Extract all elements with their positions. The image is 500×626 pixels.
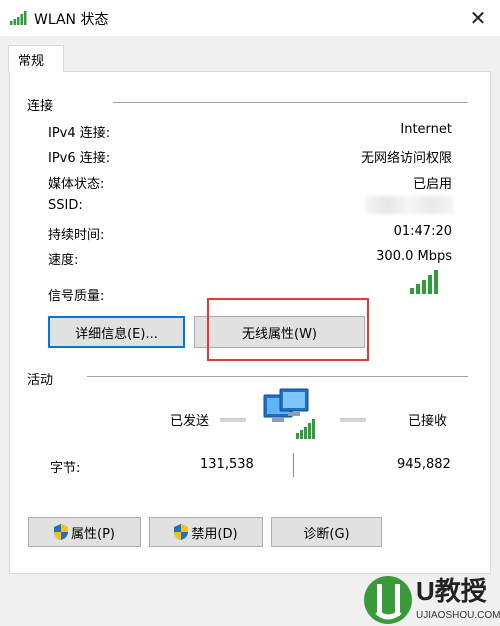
disable-button-label: 禁用(D) bbox=[191, 526, 238, 542]
speed-value: 300.0 Mbps bbox=[376, 249, 452, 264]
properties-button-label: 属性(P) bbox=[71, 526, 115, 542]
ssid-label: SSID: bbox=[48, 198, 83, 213]
signal-strength-icon bbox=[410, 270, 438, 294]
received-activity-line bbox=[340, 418, 366, 422]
sent-label: 已发送 bbox=[170, 414, 210, 429]
bytes-received-value: 945,882 bbox=[397, 457, 451, 472]
details-button[interactable]: 详细信息(E)... bbox=[48, 316, 185, 348]
disable-button[interactable]: 禁用(D) bbox=[149, 517, 263, 547]
duration-label: 持续时间: bbox=[48, 228, 105, 243]
ipv6-label: IPv6 连接: bbox=[48, 151, 111, 166]
ujiaoshou-watermark-logo: U教授 UJIAOSHOU.COM bbox=[364, 576, 500, 624]
annotation-highlight-box bbox=[207, 298, 369, 361]
received-label: 已接收 bbox=[408, 414, 448, 429]
ipv4-value: Internet bbox=[400, 122, 452, 137]
uac-shield-icon bbox=[54, 524, 68, 540]
svg-text:U教授: U教授 bbox=[416, 576, 488, 606]
bytes-divider bbox=[293, 453, 294, 477]
properties-button[interactable]: 属性(P) bbox=[28, 517, 141, 547]
media-state-value: 已启用 bbox=[412, 177, 452, 192]
close-icon: ✕ bbox=[469, 6, 487, 30]
activity-divider bbox=[87, 376, 468, 377]
title-bar: WLAN 状态 ✕ bbox=[0, 0, 500, 36]
speed-label: 速度: bbox=[48, 253, 79, 268]
connection-section-title: 连接 bbox=[27, 99, 54, 114]
ipv6-value: 无网络访问权限 bbox=[360, 151, 452, 166]
bytes-sent-value: 131,538 bbox=[200, 457, 254, 472]
window-title: WLAN 状态 bbox=[34, 12, 109, 28]
connection-divider bbox=[113, 102, 468, 103]
close-button[interactable]: ✕ bbox=[462, 4, 494, 32]
tab-general[interactable]: 常规 bbox=[8, 45, 64, 72]
media-state-label: 媒体状态: bbox=[48, 177, 105, 192]
wifi-signal-icon bbox=[10, 11, 27, 25]
tab-general-label: 常规 bbox=[18, 54, 45, 69]
duration-value: 01:47:20 bbox=[393, 224, 452, 239]
sent-activity-line bbox=[220, 418, 246, 422]
signal-quality-label: 信号质量: bbox=[48, 289, 105, 304]
ipv4-label: IPv4 连接: bbox=[48, 126, 111, 141]
activity-section-title: 活动 bbox=[27, 373, 54, 388]
uac-shield-icon bbox=[174, 524, 189, 540]
bytes-label: 字节: bbox=[50, 461, 81, 476]
ssid-value-blurred bbox=[365, 196, 453, 214]
network-computers-icon bbox=[263, 388, 315, 439]
svg-text:UJIAOSHOU.COM: UJIAOSHOU.COM bbox=[416, 610, 500, 621]
diagnose-button[interactable]: 诊断(G) bbox=[271, 517, 382, 547]
